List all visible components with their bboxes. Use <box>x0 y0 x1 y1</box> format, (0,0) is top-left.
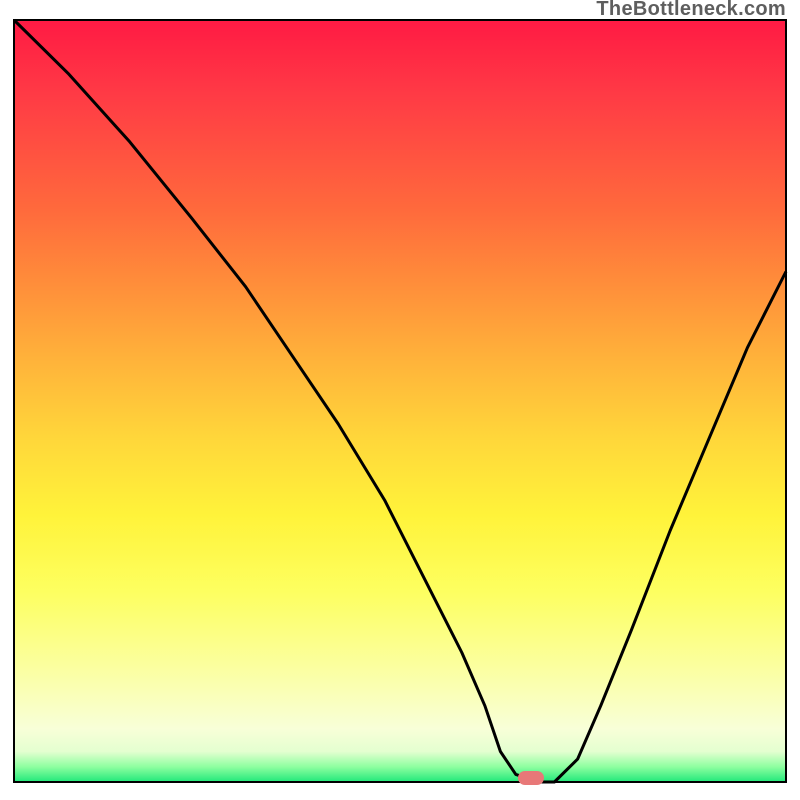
optimal-marker <box>518 771 544 785</box>
watermark-text: TheBottleneck.com <box>596 0 786 21</box>
bottleneck-curve <box>14 20 786 782</box>
chart-svg <box>0 0 800 800</box>
chart-container: TheBottleneck.com <box>0 0 800 800</box>
chart-frame <box>14 20 786 782</box>
